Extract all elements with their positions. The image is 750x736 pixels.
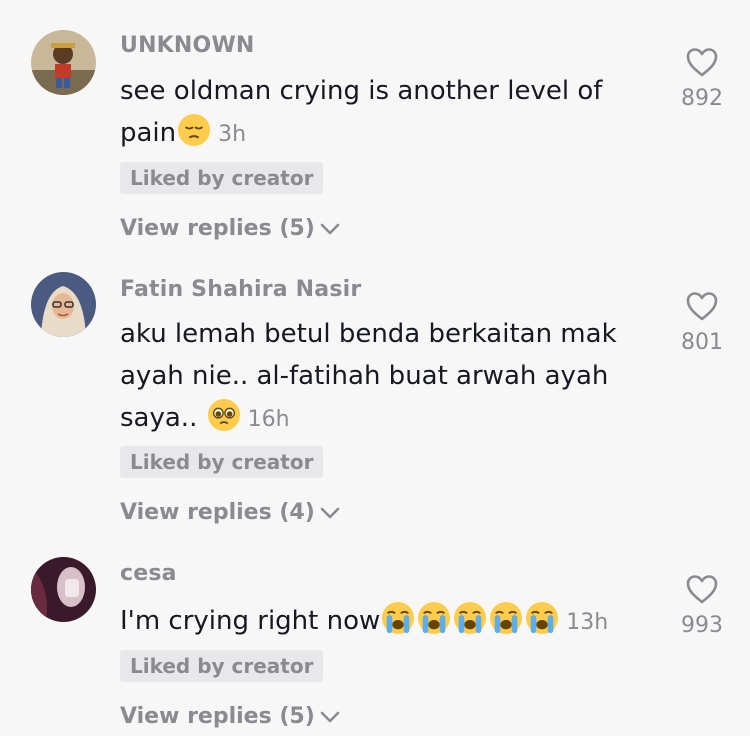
loudly-crying-face-emoji-icon [490,601,523,635]
comment-time: 3h [218,122,247,147]
username[interactable]: UNKNOWN [120,33,255,58]
like-button[interactable]: 801 [676,290,728,355]
view-replies-button[interactable]: View replies (4) [120,500,341,525]
heart-icon [686,575,718,604]
heart-icon [686,48,718,77]
comment-text: aku lemah betul benda berkaitan mak ayah… [120,313,650,441]
view-replies-button[interactable]: View replies (5) [120,216,341,241]
comment-text: I'm crying right now 13h [120,600,650,644]
liked-by-creator-badge: Liked by creator [120,650,324,682]
chevron-down-icon [320,711,340,722]
chevron-down-icon [320,223,340,234]
comment-time: 13h [566,610,609,635]
username[interactable]: Fatin Shahira Nasir [120,277,361,302]
loudly-crying-face-emoji-icon [454,601,487,635]
heart-icon [686,292,718,321]
loudly-crying-face-emoji-icon [526,601,559,635]
comment-body: I'm crying right now [120,606,381,636]
loudly-crying-face-emoji-icon [418,601,451,635]
avatar[interactable] [31,272,96,337]
pleading-face-emoji-icon [207,398,240,432]
loudly-crying-face-emoji-icon [382,601,415,635]
view-replies-button[interactable]: View replies (5) [120,704,341,729]
like-button[interactable]: 892 [676,46,728,111]
chevron-down-icon [320,507,340,518]
like-count: 892 [681,86,723,111]
avatar-image [31,30,96,95]
view-replies-label: View replies (5) [120,216,315,241]
comment-time: 16h [247,407,290,432]
liked-by-creator-badge: Liked by creator [120,446,324,478]
liked-by-creator-badge: Liked by creator [120,162,324,194]
like-button[interactable]: 993 [676,573,728,638]
avatar-image [31,272,96,337]
like-count: 993 [681,613,723,638]
comment-text: see oldman crying is another level of pa… [120,70,650,156]
username[interactable]: cesa [120,561,177,586]
avatar-image [31,557,96,622]
view-replies-label: View replies (5) [120,704,315,729]
avatar[interactable] [31,557,96,622]
view-replies-label: View replies (4) [120,500,315,525]
avatar[interactable] [31,30,96,95]
like-count: 801 [681,330,723,355]
pensive-face-emoji-icon [178,113,211,147]
comment-body: aku lemah betul benda berkaitan mak ayah… [120,319,617,433]
